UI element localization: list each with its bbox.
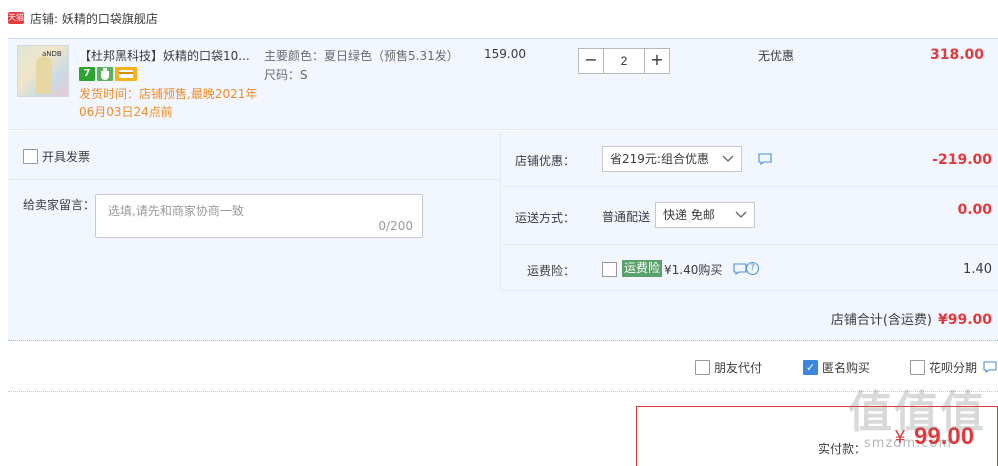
- watermark: 值值值 smzdm.com: [848, 376, 996, 466]
- increase-quantity-button[interactable]: +: [644, 48, 670, 74]
- shop-total: 店铺合计(含运费) ¥99.00: [831, 309, 992, 328]
- shop-total-label: 店铺合计(含运费): [830, 313, 932, 328]
- seven-day-return-icon: 7: [79, 67, 95, 81]
- seller-message-placeholder: 选填,请先和商家协商一致: [108, 204, 244, 218]
- shipping-row: 运送方式： 普通配送 快递 免邮 0.00: [502, 187, 998, 245]
- order-details-panel: 开具发票 给卖家留言： 选填,请先和商家协商一致 0/200 店铺优惠： 省21…: [8, 131, 998, 341]
- cart-item-row: aNDB 【杜邦黑科技】妖精的口袋10... 7 发货时间：店铺预售,最晚202…: [8, 38, 998, 130]
- shipping-select[interactable]: 快递 免邮: [655, 202, 755, 228]
- shop-promo-label: 店铺优惠：: [514, 154, 575, 168]
- chat-bubble-icon[interactable]: [983, 361, 997, 373]
- anonymous-checkbox[interactable]: ✓: [803, 359, 818, 375]
- credit-card-icon: [115, 67, 137, 81]
- thumbnail-text: aNDB: [42, 50, 62, 58]
- shipping-selected: 快递 免邮: [663, 208, 715, 222]
- huabei-option[interactable]: 花呗分期: [910, 358, 997, 376]
- shop-promo-row: 店铺优惠： 省219元:组合优惠 -219.00: [502, 131, 998, 187]
- shop-total-value: ¥99.00: [937, 312, 992, 328]
- huabei-checkbox[interactable]: [910, 359, 925, 375]
- shipping-insurance-row: 运费险： 运费险 ¥1.40购买 ? 1.40: [502, 245, 998, 291]
- watermark-logo: 值值值: [848, 387, 986, 438]
- shipping-value: 0.00: [957, 202, 992, 218]
- invoice-option[interactable]: 开具发票: [23, 148, 90, 165]
- decrease-quantity-button[interactable]: −: [578, 48, 604, 74]
- product-spec: 主要颜色：夏日绿色（预售5.31发） 尺码：S: [264, 47, 459, 85]
- shipping-label: 运送方式：: [514, 211, 575, 225]
- product-title-link[interactable]: 【杜邦黑科技】妖精的口袋10...: [79, 47, 259, 64]
- insurance-value: 1.40: [963, 262, 992, 277]
- shop-name-link[interactable]: 店铺: 妖精的口袋旗舰店: [30, 10, 158, 27]
- invoice-label: 开具发票: [42, 150, 91, 164]
- shipping-method: 普通配送: [602, 210, 651, 224]
- divider: [8, 179, 501, 180]
- seller-message-counter: 0/200: [378, 219, 413, 233]
- product-thumbnail[interactable]: aNDB: [17, 45, 69, 97]
- guarantee-icon: [97, 67, 113, 81]
- item-discount: 无优惠: [758, 49, 795, 63]
- spec-size: 尺码：S: [264, 68, 308, 82]
- insurance-tag: 运费险: [622, 260, 663, 277]
- ship-time-note: 发货时间：店铺预售,最晚2021年06月03日24点前: [79, 87, 258, 119]
- tmall-icon: 天猫: [8, 12, 24, 24]
- chat-bubble-icon[interactable]: [733, 263, 747, 275]
- shop-promo-value: -219.00: [932, 152, 992, 168]
- quantity-stepper: − 2 +: [578, 48, 670, 74]
- huabei-label: 花呗分期: [929, 360, 978, 375]
- invoice-checkbox[interactable]: [23, 149, 38, 164]
- seller-message-label: 给卖家留言：: [23, 198, 96, 212]
- seller-message-input[interactable]: 选填,请先和商家协商一致 0/200: [95, 194, 423, 238]
- shop-promo-select[interactable]: 省219元:组合优惠: [602, 146, 742, 172]
- chevron-down-icon: [735, 211, 747, 218]
- insurance-price: ¥1.40购买: [664, 263, 723, 277]
- service-badges: 7: [79, 67, 137, 81]
- friend-pay-option[interactable]: 朋友代付: [695, 358, 762, 376]
- product-figure: [36, 56, 52, 94]
- shop-header: 天猫 店铺: 妖精的口袋旗舰店: [8, 8, 158, 28]
- insurance-checkbox[interactable]: [602, 262, 617, 277]
- watermark-url: smzdm.com: [864, 436, 953, 451]
- chevron-down-icon: [722, 155, 734, 162]
- friend-pay-label: 朋友代付: [714, 360, 763, 375]
- unit-price: 159.00: [484, 47, 526, 61]
- help-icon[interactable]: ?: [746, 262, 759, 275]
- order-left-column: 开具发票 给卖家留言： 选填,请先和商家协商一致 0/200: [8, 131, 501, 291]
- friend-pay-checkbox[interactable]: [695, 359, 710, 375]
- quantity-input[interactable]: 2: [604, 48, 644, 74]
- shop-promo-selected: 省219元:组合优惠: [610, 152, 709, 166]
- item-subtotal: 318.00: [929, 47, 984, 63]
- spec-color: 主要颜色：夏日绿色（预售5.31发）: [264, 49, 459, 63]
- anonymous-label: 匿名购买: [822, 360, 871, 375]
- anonymous-option[interactable]: ✓ 匿名购买: [803, 358, 870, 376]
- chat-bubble-icon[interactable]: [758, 153, 772, 165]
- insurance-label: 运费险：: [526, 264, 575, 278]
